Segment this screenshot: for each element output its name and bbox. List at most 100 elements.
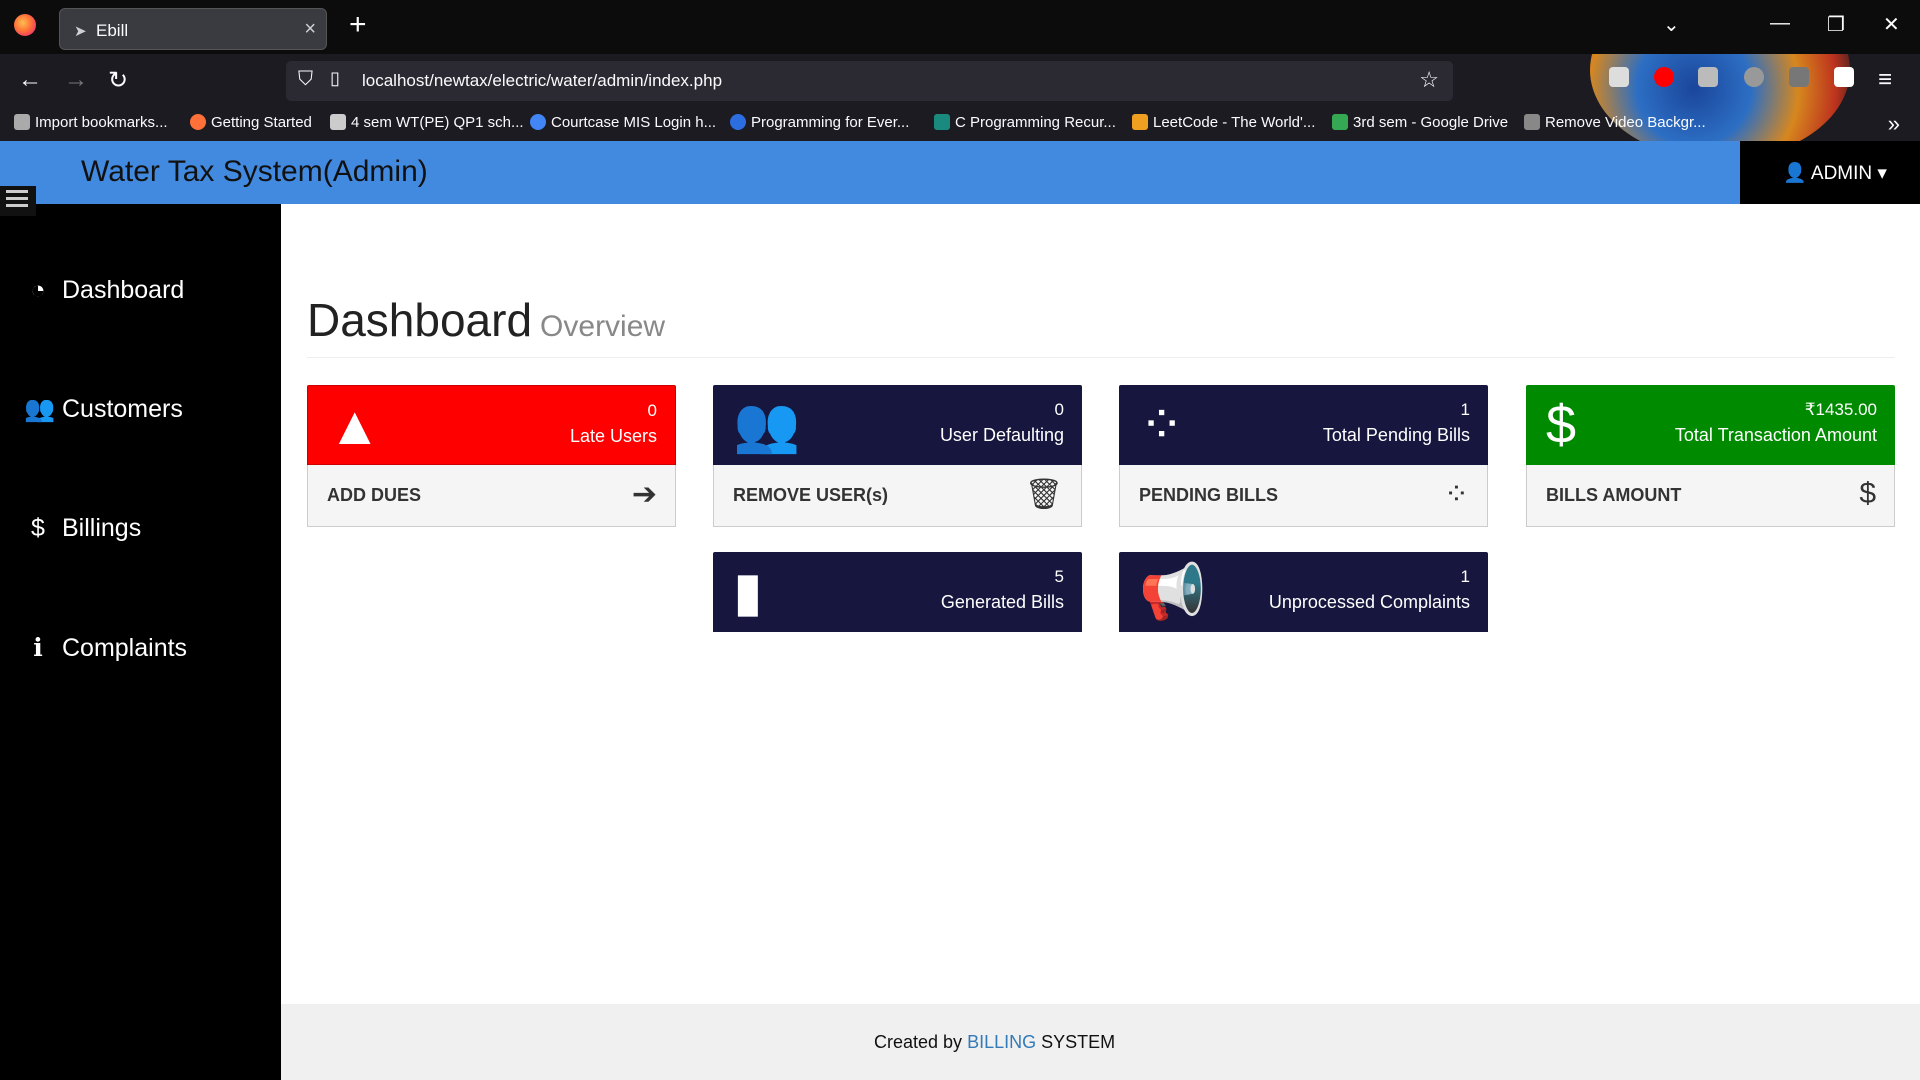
footer-text: Created by BILLING SYSTEM — [874, 1032, 1116, 1052]
trash-icon[interactable]: 🗑 — [1025, 477, 1063, 512]
extension-icon[interactable] — [1698, 67, 1718, 87]
bookmark-item[interactable]: Remove Video Backgr... — [1524, 114, 1706, 131]
leetcode-icon — [1132, 114, 1148, 130]
card-label: Total Transaction Amount — [1674, 425, 1877, 445]
bills-amount-link[interactable]: BILLS AMOUNT $ — [1526, 465, 1895, 527]
sidebar-item-dashboard[interactable]: ◔ Dashboard — [24, 276, 184, 305]
card-value: 5 — [1054, 567, 1064, 586]
restore-icon[interactable]: ❐ — [1827, 12, 1845, 37]
list-tabs-icon[interactable]: ⌄ — [1663, 12, 1680, 37]
card-value: 0 — [647, 401, 657, 420]
bookmarks-bar: Import bookmarks... Getting Started 4 se… — [0, 108, 1920, 141]
dollar-icon: $ — [1546, 395, 1577, 455]
user-menu[interactable]: 👤 ADMIN ▾ — [1740, 141, 1920, 204]
google-icon — [530, 114, 546, 130]
dollar-icon[interactable]: $ — [1859, 477, 1876, 511]
pending-bills-link[interactable]: PENDING BILLS ⁘ — [1119, 465, 1488, 527]
close-tab-icon[interactable]: × — [304, 18, 316, 41]
firefox-icon[interactable] — [14, 14, 36, 36]
import-icon — [14, 114, 30, 130]
bookmark-item[interactable]: 4 sem WT(PE) QP1 sch... — [330, 114, 524, 131]
sidebar-item-customers[interactable]: 👥 Customers — [24, 395, 183, 424]
card-value: 0 — [1054, 400, 1064, 419]
remove-users-link[interactable]: REMOVE USER(s) 🗑 — [713, 465, 1082, 527]
reload-icon[interactable]: ↻ — [108, 66, 128, 95]
card-header: 📢 1 Unprocessed Complaints — [1119, 552, 1488, 632]
card-label: Total Pending Bills — [1322, 425, 1470, 445]
user-menu-label[interactable]: 👤 ADMIN ▾ — [1783, 161, 1887, 185]
sidebar-toggle-button[interactable] — [0, 186, 36, 216]
c-icon — [730, 114, 746, 130]
document-icon: ▮ — [733, 562, 763, 622]
minimize-icon[interactable]: — — [1770, 12, 1790, 35]
card-header: $ ₹1435.00 Total Transaction Amount — [1526, 385, 1895, 465]
close-window-icon[interactable]: ✕ — [1883, 12, 1900, 37]
s-extension-icon[interactable] — [1834, 67, 1854, 87]
pocket-icon[interactable] — [1609, 67, 1629, 87]
warning-icon: ▲ — [328, 396, 382, 456]
sidebar-item-billings[interactable]: $ Billings — [24, 514, 141, 543]
card-value: 1 — [1460, 400, 1470, 419]
users-icon: 👥 — [24, 395, 56, 423]
card-action-label[interactable]: REMOVE USER(s) — [733, 485, 888, 506]
google-drive-icon — [1332, 114, 1348, 130]
footer-link[interactable]: BILLING — [967, 1032, 1036, 1052]
document-icon — [330, 114, 346, 130]
card-value: ₹1435.00 — [1804, 400, 1877, 419]
add-dues-link[interactable]: ADD DUES ➔ — [307, 465, 676, 527]
sidebar-item-complaints[interactable]: ℹ Complaints — [24, 633, 187, 663]
page-title: Dashboard Overview — [307, 294, 666, 346]
bookmark-item[interactable]: C Programming Recur... — [934, 114, 1116, 131]
bookmark-item[interactable]: Import bookmarks... — [14, 114, 168, 131]
puzzle-extension-icon[interactable] — [1789, 67, 1809, 87]
bookmark-item[interactable]: Courtcase MIS Login h... — [530, 114, 716, 131]
generated-bills-card[interactable]: ▮ 5 Generated Bills — [713, 552, 1082, 632]
new-tab-button[interactable]: + — [349, 8, 367, 42]
tab-strip: ➤ Ebill × + ⌄ — ❐ ✕ — [0, 0, 1920, 54]
bookmark-item[interactable]: Getting Started — [190, 114, 312, 131]
card-label: Late Users — [569, 426, 657, 446]
spinner-icon: ⁘ — [1139, 395, 1185, 455]
card-header: ▮ 5 Generated Bills — [713, 552, 1082, 632]
app-title[interactable]: Water Tax System(Admin) — [81, 155, 428, 189]
dashboard-icon: ◔ — [30, 276, 46, 304]
card-value: 1 — [1460, 567, 1470, 586]
youtube-extension-icon[interactable] — [1654, 67, 1674, 87]
pending-bills-card: ⁘ 1 Total Pending Bills PENDING BILLS ⁘ — [1119, 385, 1488, 527]
address-bar[interactable]: ⛉ ▯ localhost/newtax/electric/water/admi… — [286, 61, 1453, 101]
tab-ebill[interactable]: ➤ Ebill × — [59, 8, 327, 50]
arrow-right-circle-icon[interactable]: ➔ — [632, 477, 657, 512]
page-subtitle: Overview — [540, 310, 666, 343]
users-group-icon: 👥 — [733, 395, 801, 455]
app-header: Water Tax System(Admin) — [0, 141, 1740, 204]
programiz-icon — [934, 114, 950, 130]
bookmark-item[interactable]: LeetCode - The World'... — [1132, 114, 1315, 131]
forward-icon[interactable]: → — [64, 66, 88, 94]
card-action-label[interactable]: ADD DUES — [327, 485, 421, 506]
card-header: ▲ 0 Late Users — [307, 385, 676, 465]
bookmark-item[interactable]: Programming for Ever... — [730, 114, 909, 131]
megaphone-icon: 📢 — [1139, 562, 1207, 622]
page-icon[interactable]: ▯ — [330, 68, 340, 89]
info-icon: ℹ — [33, 634, 43, 662]
url-text[interactable]: localhost/newtax/electric/water/admin/in… — [362, 71, 722, 91]
card-action-label[interactable]: PENDING BILLS — [1139, 485, 1278, 506]
complaints-card[interactable]: 📢 1 Unprocessed Complaints — [1119, 552, 1488, 632]
spinner-icon[interactable]: ⁘ — [1444, 477, 1469, 512]
more-bookmarks-icon[interactable]: » — [1888, 111, 1900, 137]
browser-navbar: ← → ↻ ⛉ ▯ localhost/newtax/electric/wate… — [0, 54, 1920, 108]
transaction-amount-card: $ ₹1435.00 Total Transaction Amount BILL… — [1526, 385, 1895, 527]
bookmark-item[interactable]: 3rd sem - Google Drive — [1332, 114, 1508, 131]
card-label: User Defaulting — [939, 425, 1064, 445]
bookmark-star-icon[interactable]: ☆ — [1419, 67, 1439, 93]
w-extension-icon[interactable] — [1744, 67, 1764, 87]
card-label: Generated Bills — [940, 592, 1064, 612]
card-action-label[interactable]: BILLS AMOUNT — [1546, 485, 1681, 506]
caret-down-icon: ▾ — [1877, 163, 1887, 184]
back-icon[interactable]: ← — [18, 66, 42, 94]
card-label: Unprocessed Complaints — [1268, 592, 1470, 612]
shield-icon[interactable]: ⛉ — [298, 68, 313, 91]
sidebar: ◔ Dashboard 👥 Customers $ Billings ℹ Complai… — [0, 204, 281, 1080]
footer: Created by BILLING SYSTEM — [281, 1004, 1920, 1080]
menu-icon[interactable]: ≡ — [1878, 66, 1892, 94]
